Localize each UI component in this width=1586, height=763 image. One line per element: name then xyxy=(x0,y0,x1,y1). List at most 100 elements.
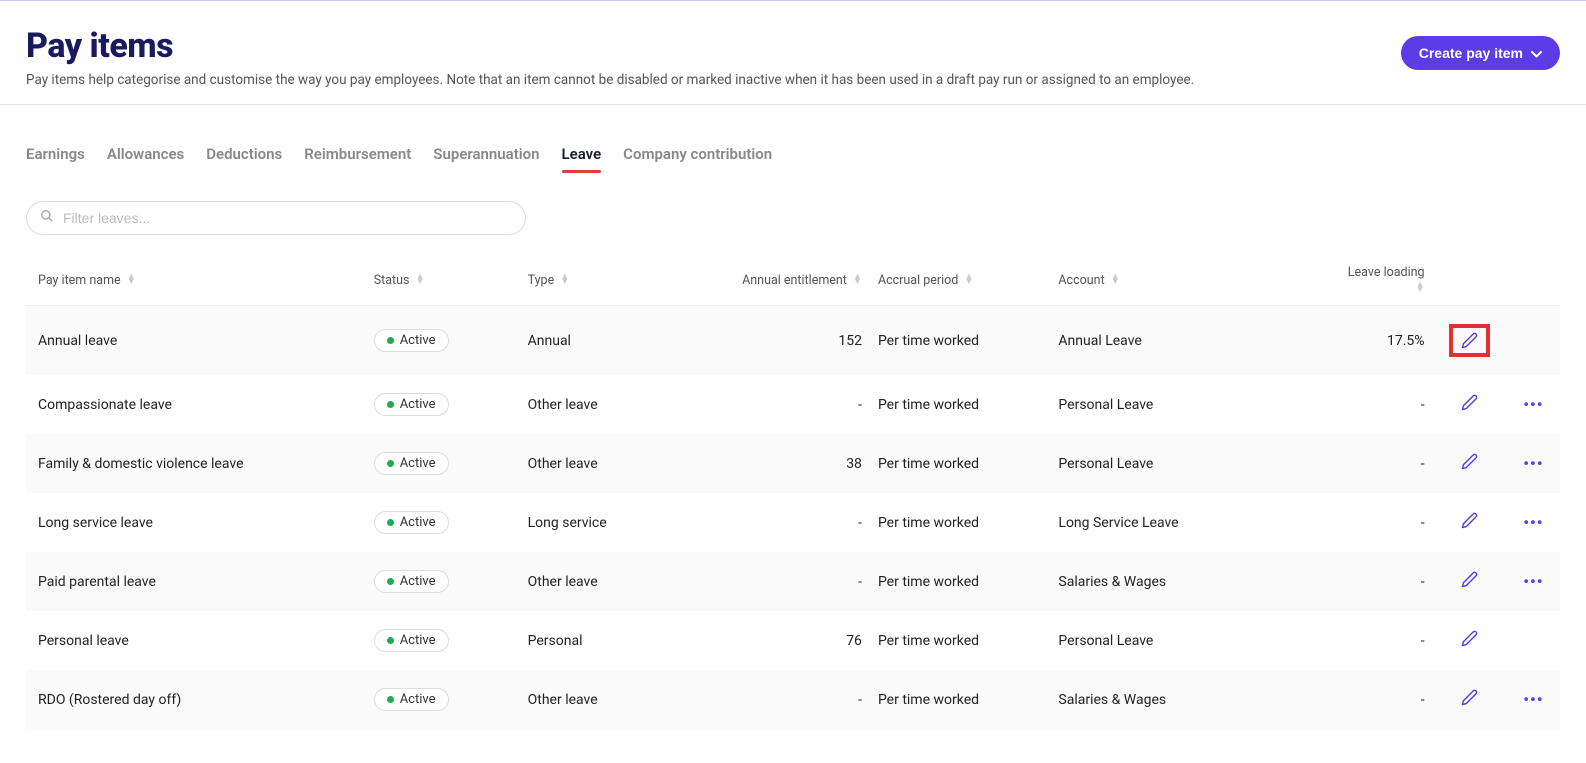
sort-icon: ▲▼ xyxy=(964,275,973,285)
cell-loading: - xyxy=(1326,611,1432,670)
tab-allowances[interactable]: Allowances xyxy=(107,145,184,171)
cell-accrual: Per time worked xyxy=(870,611,1050,670)
cell-accrual: Per time worked xyxy=(870,306,1050,376)
col-header-type[interactable]: Type ▲▼ xyxy=(520,255,732,306)
sort-icon: ▲▼ xyxy=(127,275,136,285)
cell-type: Other leave xyxy=(520,434,732,493)
header-divider xyxy=(0,104,1586,105)
tab-reimbursement[interactable]: Reimbursement xyxy=(304,145,411,171)
cell-status: Active xyxy=(366,306,520,376)
cell-type: Long service xyxy=(520,493,732,552)
edit-icon[interactable] xyxy=(1461,630,1478,647)
cell-type: Other leave xyxy=(520,375,732,434)
cell-account: Long Service Leave xyxy=(1050,493,1326,552)
cell-accrual: Per time worked xyxy=(870,375,1050,434)
status-dot-icon xyxy=(387,637,394,644)
cell-status: Active xyxy=(366,611,520,670)
sort-icon: ▲▼ xyxy=(416,275,425,285)
page-subtitle: Pay items help categorise and customise … xyxy=(26,72,1560,88)
cell-loading: - xyxy=(1326,493,1432,552)
cell-entitlement: - xyxy=(732,375,870,434)
cell-status: Active xyxy=(366,375,520,434)
status-dot-icon xyxy=(387,696,394,703)
page-title: Pay items xyxy=(26,26,173,66)
status-dot-icon xyxy=(387,401,394,408)
table-row: Compassionate leaveActiveOther leave-Per… xyxy=(26,375,1560,434)
table-row: RDO (Rostered day off)ActiveOther leave-… xyxy=(26,670,1560,729)
more-icon[interactable]: ••• xyxy=(1523,572,1543,591)
cell-loading: - xyxy=(1326,434,1432,493)
status-dot-icon xyxy=(387,578,394,585)
status-badge: Active xyxy=(374,452,449,475)
cell-accrual: Per time worked xyxy=(870,434,1050,493)
status-badge: Active xyxy=(374,329,449,352)
tab-deductions[interactable]: Deductions xyxy=(206,145,282,171)
more-icon[interactable]: ••• xyxy=(1523,513,1543,532)
status-badge: Active xyxy=(374,393,449,416)
status-dot-icon xyxy=(387,519,394,526)
cell-entitlement: 76 xyxy=(732,611,870,670)
edit-icon[interactable] xyxy=(1461,689,1478,706)
edit-icon[interactable] xyxy=(1461,332,1478,349)
cell-status: Active xyxy=(366,552,520,611)
cell-loading: - xyxy=(1326,670,1432,729)
status-badge: Active xyxy=(374,629,449,652)
tab-company-contribution[interactable]: Company contribution xyxy=(623,145,772,171)
cell-loading: - xyxy=(1326,552,1432,611)
cell-status: Active xyxy=(366,434,520,493)
create-pay-item-button[interactable]: Create pay item xyxy=(1401,36,1560,70)
chevron-down-icon xyxy=(1531,45,1542,61)
cell-accrual: Per time worked xyxy=(870,670,1050,729)
col-header-status[interactable]: Status ▲▼ xyxy=(366,255,520,306)
table-row: Annual leaveActiveAnnual152Per time work… xyxy=(26,306,1560,376)
col-header-account[interactable]: Account ▲▼ xyxy=(1050,255,1326,306)
create-button-label: Create pay item xyxy=(1419,45,1523,61)
sort-icon: ▲▼ xyxy=(1111,275,1120,285)
leave-table: Pay item name ▲▼ Status ▲▼ Type ▲▼ Annua… xyxy=(26,255,1560,729)
cell-type: Other leave xyxy=(520,552,732,611)
col-header-entitlement[interactable]: Annual entitlement ▲▼ xyxy=(732,255,870,306)
table-row: Paid parental leaveActiveOther leave-Per… xyxy=(26,552,1560,611)
cell-status: Active xyxy=(366,493,520,552)
more-icon[interactable]: ••• xyxy=(1523,454,1543,473)
col-header-name[interactable]: Pay item name ▲▼ xyxy=(26,255,366,306)
cell-accrual: Per time worked xyxy=(870,493,1050,552)
cell-loading: 17.5% xyxy=(1326,306,1432,376)
cell-name: Long service leave xyxy=(26,493,366,552)
table-row: Family & domestic violence leave Active Ot… xyxy=(26,434,1560,493)
edit-icon[interactable] xyxy=(1461,571,1478,588)
cell-entitlement: - xyxy=(732,670,870,729)
cell-name: RDO (Rostered day off) xyxy=(26,670,366,729)
sort-icon: ▲▼ xyxy=(853,275,862,285)
status-dot-icon xyxy=(387,337,394,344)
cell-entitlement: - xyxy=(732,552,870,611)
edit-icon[interactable] xyxy=(1461,512,1478,529)
col-header-accrual[interactable]: Accrual period ▲▼ xyxy=(870,255,1050,306)
more-icon[interactable]: ••• xyxy=(1523,690,1543,709)
tab-superannuation[interactable]: Superannuation xyxy=(433,145,539,171)
cell-name: Annual leave xyxy=(26,306,366,376)
cell-name: Personal leave xyxy=(26,611,366,670)
cell-account: Personal Leave xyxy=(1050,434,1326,493)
status-badge: Active xyxy=(374,511,449,534)
tab-leave[interactable]: Leave xyxy=(562,145,602,171)
cell-loading: - xyxy=(1326,375,1432,434)
status-badge: Active xyxy=(374,688,449,711)
cell-entitlement: - xyxy=(732,493,870,552)
filter-input[interactable] xyxy=(26,201,526,235)
edit-icon[interactable] xyxy=(1461,453,1478,470)
table-row: Long service leaveActiveLong service-Per… xyxy=(26,493,1560,552)
cell-type: Personal xyxy=(520,611,732,670)
cell-account: Personal Leave xyxy=(1050,611,1326,670)
col-header-loading[interactable]: Leave loading ▲▼ xyxy=(1326,255,1432,306)
cell-entitlement: 38 xyxy=(732,434,870,493)
edit-icon[interactable] xyxy=(1461,394,1478,411)
tab-earnings[interactable]: Earnings xyxy=(26,145,85,171)
search-icon xyxy=(40,209,54,227)
cell-account: Personal Leave xyxy=(1050,375,1326,434)
sort-icon: ▲▼ xyxy=(560,275,569,285)
cell-name: Family & domestic violence leave xyxy=(26,434,366,493)
sort-icon: ▲▼ xyxy=(1416,283,1425,293)
cell-status: Active xyxy=(366,670,520,729)
more-icon[interactable]: ••• xyxy=(1523,395,1543,414)
